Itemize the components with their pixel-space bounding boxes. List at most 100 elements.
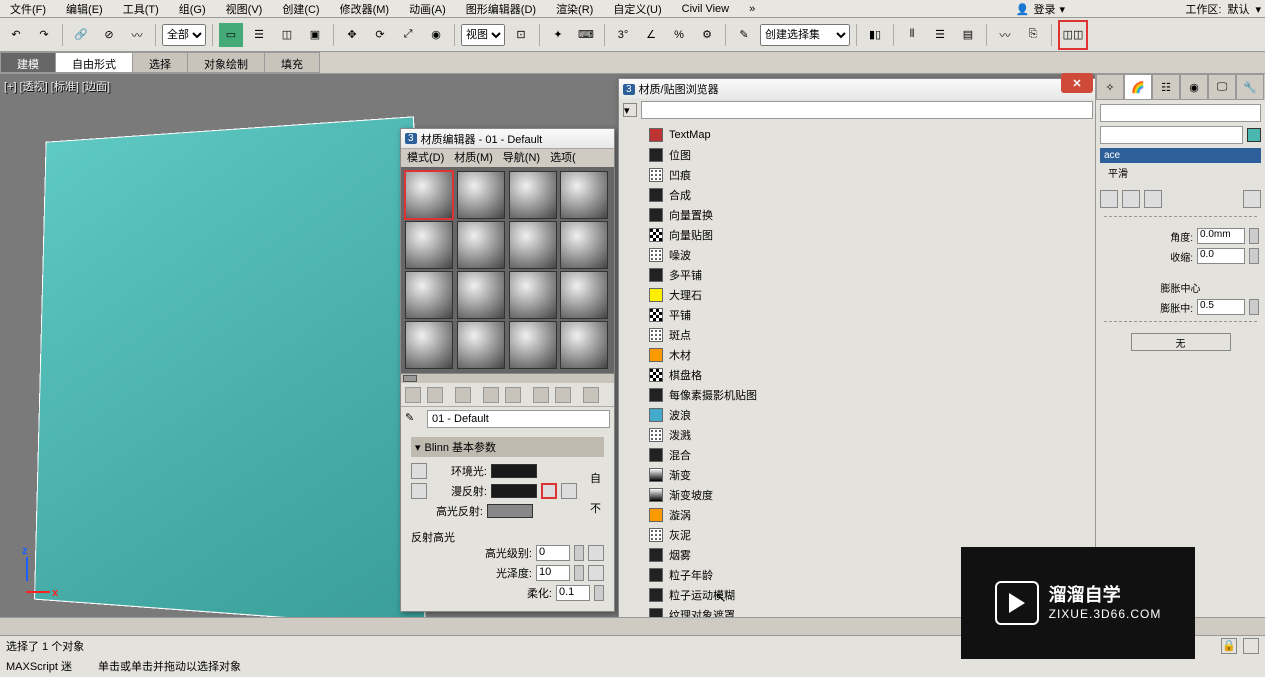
browser-item[interactable]: 每像素摄影机贴图 — [645, 385, 1093, 405]
material-slot-13[interactable] — [405, 321, 453, 369]
browser-item[interactable]: 混合 — [645, 445, 1093, 465]
tab-hierarchy-icon[interactable]: ☷ — [1152, 74, 1180, 100]
me-reset-button[interactable] — [483, 387, 499, 403]
map-none-button[interactable]: 无 — [1131, 333, 1231, 351]
me-menu-nav[interactable]: 导航(N) — [499, 149, 544, 167]
menu-civil[interactable]: Civil View — [672, 3, 739, 15]
toggle-ribbon-button[interactable]: ▤ — [956, 23, 980, 47]
material-slot-12[interactable] — [560, 271, 608, 319]
soften-spinner[interactable]: 0.1 — [556, 585, 590, 601]
material-slot-6[interactable] — [457, 221, 505, 269]
mirror-button[interactable]: ▮▯ — [863, 23, 887, 47]
layer-button[interactable]: ☰ — [928, 23, 952, 47]
menu-modifier[interactable]: 修改器(M) — [330, 1, 400, 17]
material-slot-9[interactable] — [405, 271, 453, 319]
unique-button[interactable] — [1144, 190, 1162, 208]
snap-toggle-button[interactable]: 3° — [611, 23, 635, 47]
browser-item[interactable]: 泼溅 — [645, 425, 1093, 445]
diffuse-swatch[interactable] — [491, 484, 537, 498]
curve-editor-button[interactable]: 〰 — [993, 23, 1017, 47]
diffuse-map-lock[interactable] — [561, 483, 577, 499]
link-button[interactable]: 🔗 — [69, 23, 93, 47]
window-crossing-button[interactable]: ▣ — [303, 23, 327, 47]
material-slot-3[interactable] — [509, 171, 557, 219]
tab-motion-icon[interactable]: ◉ — [1180, 74, 1208, 100]
browser-item[interactable]: 斑点 — [645, 325, 1093, 345]
material-slots-scrollbar[interactable] — [401, 373, 614, 383]
material-editor-button[interactable]: ◫◫ — [1061, 23, 1085, 47]
tab-modify-icon[interactable]: 🌈 — [1124, 74, 1152, 100]
viewport-label[interactable]: [+] [透视] [标准] [边面] — [4, 78, 110, 94]
tab-fill[interactable]: 填充 — [264, 52, 320, 73]
menu-create[interactable]: 创建(C) — [272, 1, 329, 17]
browser-item[interactable]: 波浪 — [645, 405, 1093, 425]
undo-button[interactable]: ↶ — [4, 23, 28, 47]
pick-icon[interactable]: ✎ — [405, 411, 421, 427]
lock-selection-icon[interactable]: 🔒 — [1221, 638, 1237, 654]
material-slot-5[interactable] — [405, 221, 453, 269]
material-slot-4[interactable] — [560, 171, 608, 219]
configure-button[interactable] — [1243, 190, 1261, 208]
material-slot-7[interactable] — [509, 221, 557, 269]
me-put-to-scene-button[interactable] — [427, 387, 443, 403]
specular-swatch[interactable] — [487, 504, 533, 518]
browser-item[interactable]: 多平铺 — [645, 265, 1093, 285]
pivot-button[interactable]: ⊡ — [509, 23, 533, 47]
me-menu-material[interactable]: 材质(M) — [450, 149, 497, 167]
select-name-button[interactable]: ☰ — [247, 23, 271, 47]
me-goparent-button[interactable] — [583, 387, 599, 403]
close-button[interactable]: ✕ — [1061, 73, 1093, 93]
browser-item[interactable]: 渐变坡度 — [645, 485, 1093, 505]
tab-select[interactable]: 选择 — [132, 52, 188, 73]
angle-snap-button[interactable]: ∠ — [639, 23, 663, 47]
keyboard-shortcut-button[interactable]: ⌨ — [574, 23, 598, 47]
ambient-lock-button[interactable] — [411, 463, 427, 479]
spinner-arrows-icon[interactable] — [574, 545, 584, 561]
browser-item[interactable]: TextMap — [645, 125, 1093, 145]
login-area[interactable]: 👤 登录 ▾ — [1016, 0, 1065, 18]
material-slot-16[interactable] — [560, 321, 608, 369]
gloss-map-button[interactable] — [588, 565, 604, 581]
select-object-button[interactable]: ▭ — [219, 23, 243, 47]
selection-filter[interactable]: 全部 — [162, 24, 206, 46]
param-shrink-value[interactable]: 0.0 — [1197, 248, 1245, 264]
tab-utilities-icon[interactable]: 🔧 — [1236, 74, 1264, 100]
modifier-stack-item[interactable]: ace — [1100, 148, 1261, 163]
ambient-swatch[interactable] — [491, 464, 537, 478]
menu-render[interactable]: 渲染(R) — [546, 1, 603, 17]
material-slot-2[interactable] — [457, 171, 505, 219]
material-editor-titlebar[interactable]: 3 材质编辑器 - 01 - Default — [401, 129, 614, 149]
param-center2-value[interactable]: 0.5 — [1197, 299, 1245, 315]
spinner-arrows-icon[interactable] — [1249, 248, 1259, 264]
diffuse-map-button[interactable] — [541, 483, 557, 499]
browser-titlebar[interactable]: 3 材质/贴图浏览器 ✕ — [619, 79, 1097, 99]
menu-view[interactable]: 视图(V) — [216, 1, 273, 17]
placement-button[interactable]: ◉ — [424, 23, 448, 47]
browser-item[interactable]: 合成 — [645, 185, 1093, 205]
show-end-button[interactable] — [1122, 190, 1140, 208]
me-showend-button[interactable] — [555, 387, 571, 403]
gloss-spinner[interactable]: 10 — [536, 565, 570, 581]
refcoord-select[interactable]: 视图 — [461, 24, 505, 46]
material-slot-14[interactable] — [457, 321, 505, 369]
browser-item[interactable]: 噪波 — [645, 245, 1093, 265]
object-name-field[interactable] — [1100, 104, 1261, 122]
spinner-arrows-icon[interactable] — [1249, 228, 1259, 244]
tab-modeling[interactable]: 建模 — [0, 52, 56, 73]
browser-item[interactable]: 平铺 — [645, 305, 1093, 325]
browser-item[interactable]: 灰泥 — [645, 525, 1093, 545]
browser-item[interactable]: 向量置换 — [645, 205, 1093, 225]
modifier-list[interactable] — [1100, 126, 1243, 144]
speclevel-map-button[interactable] — [588, 545, 604, 561]
me-copy-button[interactable] — [505, 387, 521, 403]
named-selset-edit-button[interactable]: ✎ — [732, 23, 756, 47]
browser-item[interactable]: 木材 — [645, 345, 1093, 365]
named-selset[interactable]: 创建选择集 — [760, 24, 850, 46]
pin-stack-button[interactable] — [1100, 190, 1118, 208]
param-angle-value[interactable]: 0.0mm — [1197, 228, 1245, 244]
redo-button[interactable]: ↷ — [32, 23, 56, 47]
unlink-button[interactable]: ⊘ — [97, 23, 121, 47]
percent-snap-button[interactable]: % — [667, 23, 691, 47]
menu-group[interactable]: 组(G) — [169, 1, 216, 17]
material-slot-10[interactable] — [457, 271, 505, 319]
